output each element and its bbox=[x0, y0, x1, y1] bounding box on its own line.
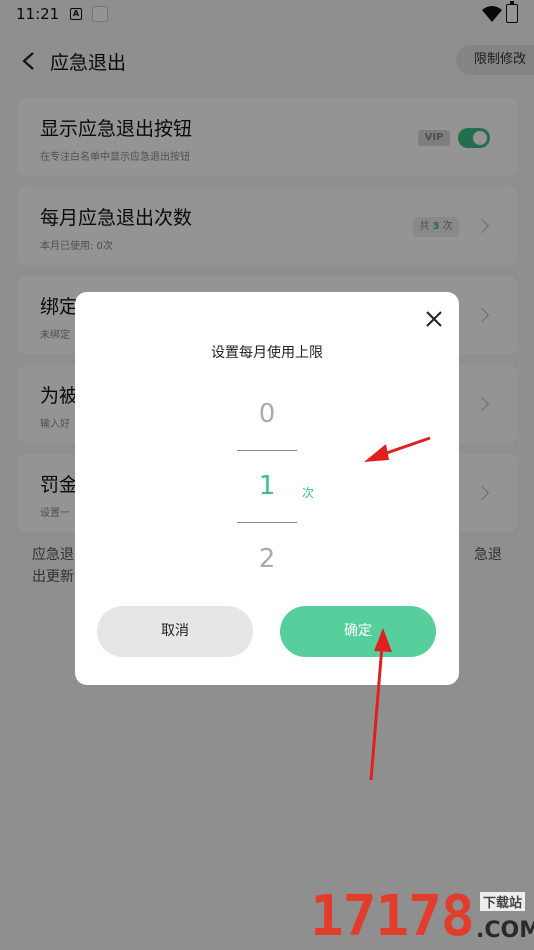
confirm-button[interactable]: 确定 bbox=[280, 606, 436, 657]
picker-option[interactable]: 2 bbox=[237, 544, 297, 574]
picker-divider bbox=[237, 450, 297, 451]
watermark-logo: 17178 下载站 .COM bbox=[310, 878, 534, 950]
watermark-site: 下载站 bbox=[480, 892, 526, 911]
picker-divider bbox=[237, 522, 297, 523]
close-icon[interactable] bbox=[423, 308, 445, 330]
watermark-digits: 17178 bbox=[310, 884, 475, 949]
picker-unit: 次 bbox=[302, 486, 315, 500]
dialog-title: 设置每月使用上限 bbox=[211, 345, 323, 361]
picker-option[interactable]: 0 bbox=[237, 399, 297, 429]
picker-option-selected[interactable]: 1 bbox=[237, 471, 297, 501]
monthly-limit-dialog: 设置每月使用上限 0 1 次 2 取消 确定 bbox=[75, 292, 459, 685]
watermark-domain: .COM bbox=[476, 918, 534, 943]
cancel-button[interactable]: 取消 bbox=[97, 606, 253, 657]
